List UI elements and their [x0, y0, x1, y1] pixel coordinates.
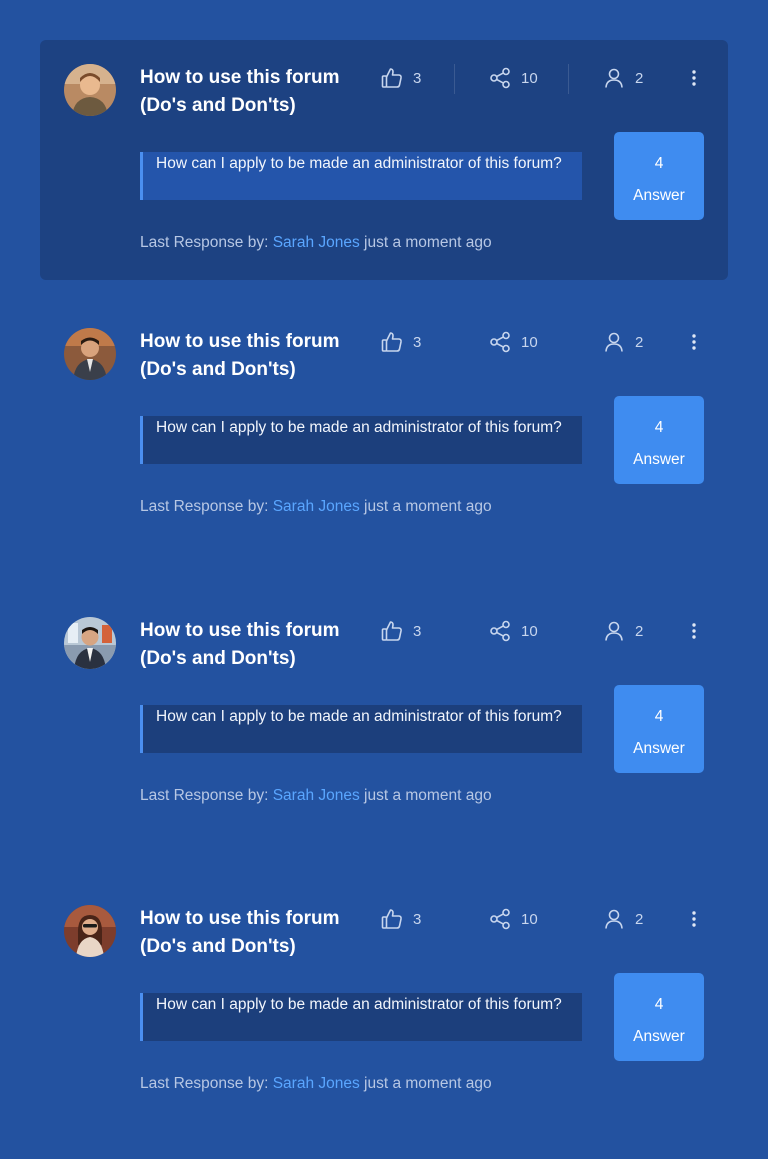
shares-stat[interactable]: 10: [488, 619, 538, 643]
participants-stat[interactable]: 2: [602, 619, 643, 643]
last-response-user-link[interactable]: Sarah Jones: [273, 498, 360, 515]
shares-count: 10: [521, 910, 538, 928]
shares-count: 10: [521, 333, 538, 351]
avatar[interactable]: [64, 64, 116, 116]
avatar[interactable]: [64, 617, 116, 669]
last-response-user-link[interactable]: Sarah Jones: [273, 1075, 360, 1092]
participants-stat[interactable]: 2: [602, 907, 643, 931]
last-response: Last Response by: Sarah Jones just a mom…: [140, 787, 492, 804]
participants-count: 2: [635, 333, 644, 351]
answers-button[interactable]: 4 Answer: [614, 973, 704, 1061]
divider: [454, 64, 455, 94]
post-title[interactable]: How to use this forum (Do's and Don'ts): [140, 328, 370, 384]
answers-count: 4: [654, 708, 664, 725]
participants-count: 2: [635, 910, 644, 928]
thumbs-up-icon: [380, 66, 404, 90]
forum-post-card[interactable]: How to use this forum (Do's and Don'ts) …: [40, 593, 728, 833]
more-vertical-icon[interactable]: [680, 619, 708, 643]
divider: [568, 64, 569, 94]
forum-post-card[interactable]: How to use this forum (Do's and Don'ts) …: [40, 881, 728, 1121]
shares-stat[interactable]: 10: [488, 66, 538, 90]
likes-stat[interactable]: 3: [380, 907, 421, 931]
shares-count: 10: [521, 69, 538, 87]
likes-stat[interactable]: 3: [380, 66, 421, 90]
answers-label: Answer: [633, 451, 685, 468]
avatar[interactable]: [64, 328, 116, 380]
answers-label: Answer: [633, 740, 685, 757]
question-quote: How can I apply to be made an administra…: [140, 993, 582, 1041]
question-quote: How can I apply to be made an administra…: [140, 705, 582, 753]
participants-stat[interactable]: 2: [602, 66, 643, 90]
forum-post-card[interactable]: How to use this forum (Do's and Don'ts) …: [40, 304, 728, 544]
post-title[interactable]: How to use this forum (Do's and Don'ts): [140, 617, 370, 673]
answers-button[interactable]: 4 Answer: [614, 685, 704, 773]
answers-label: Answer: [633, 1028, 685, 1045]
answers-count: 4: [654, 155, 664, 172]
last-response-user-link[interactable]: Sarah Jones: [273, 234, 360, 251]
shares-stat[interactable]: 10: [488, 907, 538, 931]
more-vertical-icon[interactable]: [680, 66, 708, 90]
thumbs-up-icon: [380, 330, 404, 354]
likes-stat[interactable]: 3: [380, 330, 421, 354]
user-icon: [602, 907, 626, 931]
share-icon: [488, 330, 512, 354]
likes-stat[interactable]: 3: [380, 619, 421, 643]
post-title[interactable]: How to use this forum (Do's and Don'ts): [140, 905, 370, 961]
thumbs-up-icon: [380, 619, 404, 643]
answers-button[interactable]: 4 Answer: [614, 396, 704, 484]
forum-post-card[interactable]: How to use this forum (Do's and Don'ts) …: [40, 40, 728, 280]
likes-count: 3: [413, 622, 422, 640]
last-response: Last Response by: Sarah Jones just a mom…: [140, 1075, 492, 1092]
last-response: Last Response by: Sarah Jones just a mom…: [140, 498, 492, 515]
question-quote: How can I apply to be made an administra…: [140, 416, 582, 464]
likes-count: 3: [413, 910, 422, 928]
user-icon: [602, 330, 626, 354]
answers-button[interactable]: 4 Answer: [614, 132, 704, 220]
participants-count: 2: [635, 69, 644, 87]
last-response: Last Response by: Sarah Jones just a mom…: [140, 234, 492, 251]
user-icon: [602, 66, 626, 90]
participants-stat[interactable]: 2: [602, 330, 643, 354]
answers-label: Answer: [633, 187, 685, 204]
question-quote: How can I apply to be made an administra…: [140, 152, 582, 200]
more-vertical-icon[interactable]: [680, 330, 708, 354]
answers-count: 4: [654, 419, 664, 436]
share-icon: [488, 907, 512, 931]
user-icon: [602, 619, 626, 643]
avatar[interactable]: [64, 905, 116, 957]
answers-count: 4: [654, 996, 664, 1013]
share-icon: [488, 619, 512, 643]
participants-count: 2: [635, 622, 644, 640]
thumbs-up-icon: [380, 907, 404, 931]
shares-stat[interactable]: 10: [488, 330, 538, 354]
post-title[interactable]: How to use this forum (Do's and Don'ts): [140, 64, 370, 120]
share-icon: [488, 66, 512, 90]
more-vertical-icon[interactable]: [680, 907, 708, 931]
shares-count: 10: [521, 622, 538, 640]
likes-count: 3: [413, 69, 422, 87]
likes-count: 3: [413, 333, 422, 351]
last-response-user-link[interactable]: Sarah Jones: [273, 787, 360, 804]
